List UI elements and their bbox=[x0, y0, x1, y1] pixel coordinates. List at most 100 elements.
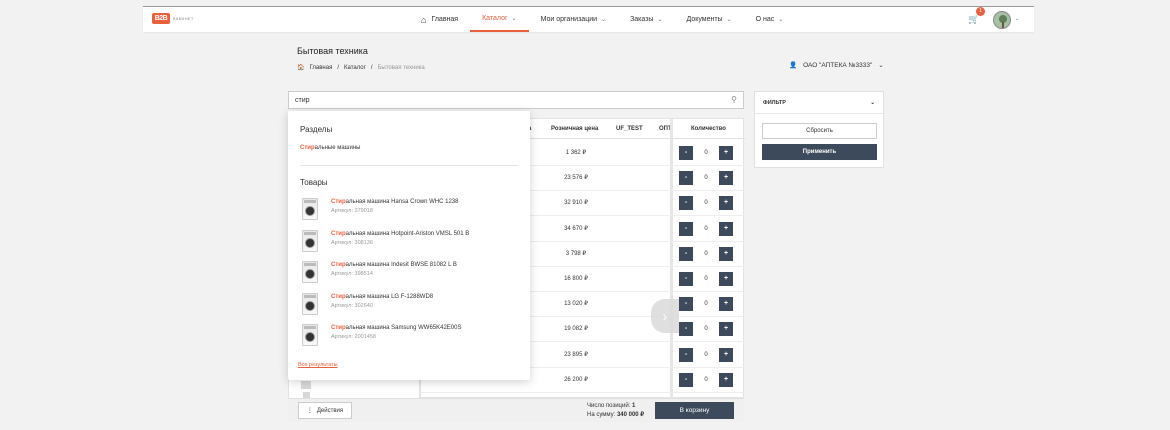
scroll-right-button[interactable]: › bbox=[651, 299, 679, 333]
decrease-quantity-button[interactable]: - bbox=[679, 272, 693, 286]
quantity-stepper: -0 + bbox=[679, 347, 733, 362]
sections-title: Разделы bbox=[300, 125, 333, 134]
nav-documents[interactable]: Документы ⌄ bbox=[675, 7, 744, 32]
home-icon[interactable]: 🏠 bbox=[297, 64, 304, 71]
decrease-quantity-button[interactable]: - bbox=[679, 297, 693, 312]
products-title: Товары bbox=[300, 178, 328, 187]
quantity-value[interactable]: 0 bbox=[693, 272, 719, 286]
col-uf-test[interactable]: UF_TEST bbox=[616, 126, 643, 132]
product-suggestion[interactable]: Стиральная машина LG F-1288WD8 Артикул: 3… bbox=[300, 292, 520, 320]
retail-price: 19 082 ₽ bbox=[564, 326, 588, 333]
reset-button[interactable]: Сбросить bbox=[762, 123, 877, 139]
breadcrumb-separator: / bbox=[337, 64, 339, 71]
decrease-quantity-button[interactable]: - bbox=[679, 322, 693, 337]
decrease-quantity-button[interactable]: - bbox=[679, 347, 693, 362]
nav-catalog[interactable]: Каталог ⌄ bbox=[470, 7, 529, 32]
increase-quantity-button[interactable]: + bbox=[719, 322, 733, 337]
sum-label: На сумму: bbox=[587, 412, 616, 418]
quantity-stepper: -0 + bbox=[679, 272, 733, 286]
section-suggestion[interactable]: Стиральные машины bbox=[300, 145, 360, 151]
decrease-quantity-button[interactable]: - bbox=[679, 196, 693, 211]
product-suggestion[interactable]: Стиральная машина Hansa Crown WHC 1238 Ар… bbox=[300, 197, 520, 225]
washing-machine-icon bbox=[302, 292, 318, 315]
quantity-stepper: -0 + bbox=[679, 146, 733, 160]
increase-quantity-button[interactable]: + bbox=[719, 246, 733, 261]
quantity-value[interactable]: 0 bbox=[693, 372, 719, 387]
nav-documents-label: Документы bbox=[686, 16, 723, 23]
nav-about[interactable]: О нас ⌄ bbox=[744, 7, 796, 32]
washing-machine-icon bbox=[302, 261, 318, 283]
increase-quantity-button[interactable]: + bbox=[719, 146, 733, 160]
product-suggestion[interactable]: Стиральная машина Indesit BWSE 81082 L B… bbox=[300, 260, 520, 288]
quantity-stepper: -0 + bbox=[679, 171, 733, 186]
filter-header[interactable]: ФИЛЬТР ⌄ bbox=[755, 92, 883, 114]
breadcrumb: 🏠 Главная / Каталог / Бытовая техника bbox=[297, 64, 425, 72]
increase-quantity-button[interactable]: + bbox=[719, 372, 733, 387]
increase-quantity-button[interactable]: + bbox=[719, 297, 733, 312]
organization-selector[interactable]: 👤 ОАО "АПТЕКА №3333" ⌄ bbox=[789, 61, 884, 70]
actions-button[interactable]: ⋮ Действия bbox=[298, 402, 352, 419]
product-suggestion[interactable]: Стиральная машина Hotpoint-Ariston VMSL … bbox=[300, 229, 520, 257]
increase-quantity-button[interactable]: + bbox=[719, 171, 733, 186]
avatar[interactable] bbox=[993, 11, 1011, 29]
cart-icon[interactable]: 🛒 bbox=[968, 14, 979, 25]
chevron-down-icon[interactable]: ⌄ bbox=[1015, 16, 1019, 22]
match-highlight: Стир bbox=[300, 145, 315, 151]
quantity-value[interactable]: 0 bbox=[693, 196, 719, 211]
breadcrumb-catalog[interactable]: Каталог bbox=[344, 65, 366, 71]
breadcrumb-separator: / bbox=[370, 64, 373, 71]
retail-price: 32 910 ₽ bbox=[564, 200, 588, 207]
chevron-down-icon: ⌄ bbox=[601, 17, 607, 23]
decrease-quantity-button[interactable]: - bbox=[679, 246, 693, 261]
increase-quantity-button[interactable]: + bbox=[719, 196, 733, 211]
nav-orders-label: Заказы bbox=[630, 16, 654, 23]
search-input[interactable] bbox=[295, 95, 715, 106]
home-icon: ⌂ bbox=[421, 14, 427, 25]
quantity-value[interactable]: 0 bbox=[693, 347, 719, 362]
retail-price: 23 895 ₽ bbox=[564, 351, 588, 358]
search-box: ⚲ bbox=[288, 91, 744, 109]
increase-quantity-button[interactable]: + bbox=[719, 347, 733, 362]
bottom-action-bar: ⋮ Действия Число позиций: 1 На сумму: 34… bbox=[288, 398, 744, 422]
chevron-down-icon: ⌄ bbox=[878, 62, 884, 69]
retail-price: 1 362 ₽ bbox=[565, 150, 587, 156]
main-nav: ⌂ Главная Каталог ⌄ Мои организации ⌄ Заказ… bbox=[409, 7, 795, 32]
divider bbox=[300, 165, 518, 166]
col-retail-price[interactable]: Розничная цена bbox=[551, 126, 598, 132]
decrease-quantity-button[interactable]: - bbox=[679, 146, 693, 160]
retail-price: 26 200 ₽ bbox=[564, 376, 588, 383]
quantity-value[interactable]: 0 bbox=[693, 221, 719, 236]
retail-price: 3 798 ₽ bbox=[565, 250, 587, 257]
add-to-cart-button[interactable]: В корзину bbox=[655, 402, 734, 419]
nav-organizations[interactable]: Мои организации ⌄ bbox=[529, 7, 618, 32]
product-article: Артикул: 398514 bbox=[331, 271, 373, 277]
breadcrumb-home[interactable]: Главная bbox=[309, 65, 332, 71]
increase-quantity-button[interactable]: + bbox=[719, 272, 733, 286]
quantity-stepper: -0 + bbox=[679, 221, 733, 236]
product-article: Артикул: 2001458 bbox=[331, 334, 376, 340]
apply-button[interactable]: Применить bbox=[762, 144, 877, 160]
chevron-down-icon: ⌄ bbox=[511, 16, 517, 22]
search-icon[interactable]: ⚲ bbox=[731, 95, 737, 104]
filter-title: ФИЛЬТР bbox=[763, 99, 786, 106]
decrease-quantity-button[interactable]: - bbox=[679, 171, 693, 186]
quantity-stepper: -0 + bbox=[679, 322, 733, 337]
nav-home[interactable]: ⌂ Главная bbox=[409, 7, 470, 32]
product-suggestion[interactable]: Стиральная машина Samsung WW65K42E00S Арт… bbox=[300, 323, 520, 351]
order-totals: Число позиций: 1 На сумму: 340 000 ₽ bbox=[587, 402, 644, 420]
quantity-value[interactable]: 0 bbox=[693, 146, 719, 160]
quantity-value[interactable]: 0 bbox=[693, 246, 719, 261]
quantity-value[interactable]: 0 bbox=[693, 297, 719, 312]
quantity-value[interactable]: 0 bbox=[693, 171, 719, 186]
all-results-link[interactable]: Все результаты bbox=[298, 362, 338, 368]
nav-orders[interactable]: Заказы ⌄ bbox=[618, 7, 674, 32]
increase-quantity-button[interactable]: + bbox=[719, 221, 733, 236]
decrease-quantity-button[interactable]: - bbox=[679, 372, 693, 387]
decrease-quantity-button[interactable]: - bbox=[679, 221, 693, 236]
quantity-stepper: -0 + bbox=[679, 246, 733, 261]
retail-price: 13 020 ₽ bbox=[564, 301, 588, 308]
product-suggestion-name: Стиральная машина Hansa Crown WHC 1238 bbox=[331, 199, 459, 205]
quantity-value[interactable]: 0 bbox=[693, 322, 719, 337]
logo[interactable]: B2B КАБИНЕТ bbox=[152, 13, 194, 24]
nav-home-label: Главная bbox=[431, 16, 459, 23]
